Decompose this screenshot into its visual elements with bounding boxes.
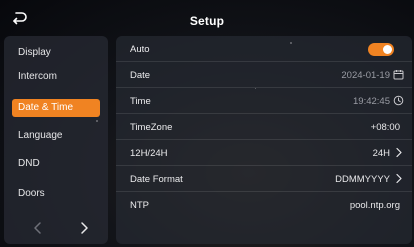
chevron-left-icon[interactable] (30, 220, 46, 236)
clock-icon (393, 95, 404, 106)
ntp-value: pool.ntp.org (349, 200, 400, 211)
setting-label: TimeZone (130, 122, 173, 133)
sidebar-item-doors[interactable]: Doors (12, 185, 100, 203)
chevron-right-icon[interactable] (76, 220, 92, 236)
setting-row-time[interactable]: Time 19:42:45 (116, 88, 412, 114)
sidebar-item-intercom[interactable]: Intercom (12, 68, 100, 86)
screen-speck (255, 88, 256, 89)
time-value: 19:42:45 (353, 96, 390, 107)
setting-row-hour-format[interactable]: 12H/24H 24H (116, 140, 412, 166)
setting-row-date-format[interactable]: Date Format DDMMYYYY (116, 166, 412, 192)
settings-panel: Auto Date 2024-01-19 Time 19:42:45 TimeZ… (116, 36, 412, 244)
sidebar-item-dnd[interactable]: DND (12, 155, 100, 173)
sidebar: Display Intercom Date & Time Language DN… (4, 36, 108, 244)
timezone-value: +08:00 (370, 122, 400, 133)
date-value: 2024-01-19 (341, 70, 390, 81)
screen-speck (290, 42, 292, 44)
date-format-value: DDMMYYYY (335, 174, 390, 185)
sidebar-item-display[interactable]: Display (12, 44, 100, 62)
hour-format-value: 24H (372, 148, 390, 159)
setting-row-timezone[interactable]: TimeZone +08:00 (116, 114, 412, 140)
setting-row-date[interactable]: Date 2024-01-19 (116, 62, 412, 88)
chevron-right-icon (396, 173, 402, 184)
calendar-icon (393, 70, 404, 80)
sidebar-item-language[interactable]: Language (12, 127, 100, 145)
chevron-right-icon (396, 147, 402, 158)
toggle-knob (383, 45, 392, 54)
screen-speck (96, 120, 98, 122)
sidebar-item-date-time[interactable]: Date & Time (12, 99, 100, 117)
auto-toggle[interactable] (368, 43, 394, 56)
setting-label: Time (130, 96, 151, 107)
setting-label: Auto (130, 44, 150, 55)
settings-screen: Setup Display Intercom Date & Time Langu… (0, 0, 414, 247)
setting-label: NTP (130, 200, 149, 211)
setting-label: Date (130, 70, 151, 81)
setting-row-auto: Auto (116, 36, 412, 62)
header-bar: Setup (0, 0, 414, 36)
setting-label: 12H/24H (130, 148, 168, 159)
setting-label: Date Format (130, 174, 183, 185)
setting-row-ntp[interactable]: NTP pool.ntp.org (116, 192, 412, 218)
page-title: Setup (189, 14, 225, 28)
